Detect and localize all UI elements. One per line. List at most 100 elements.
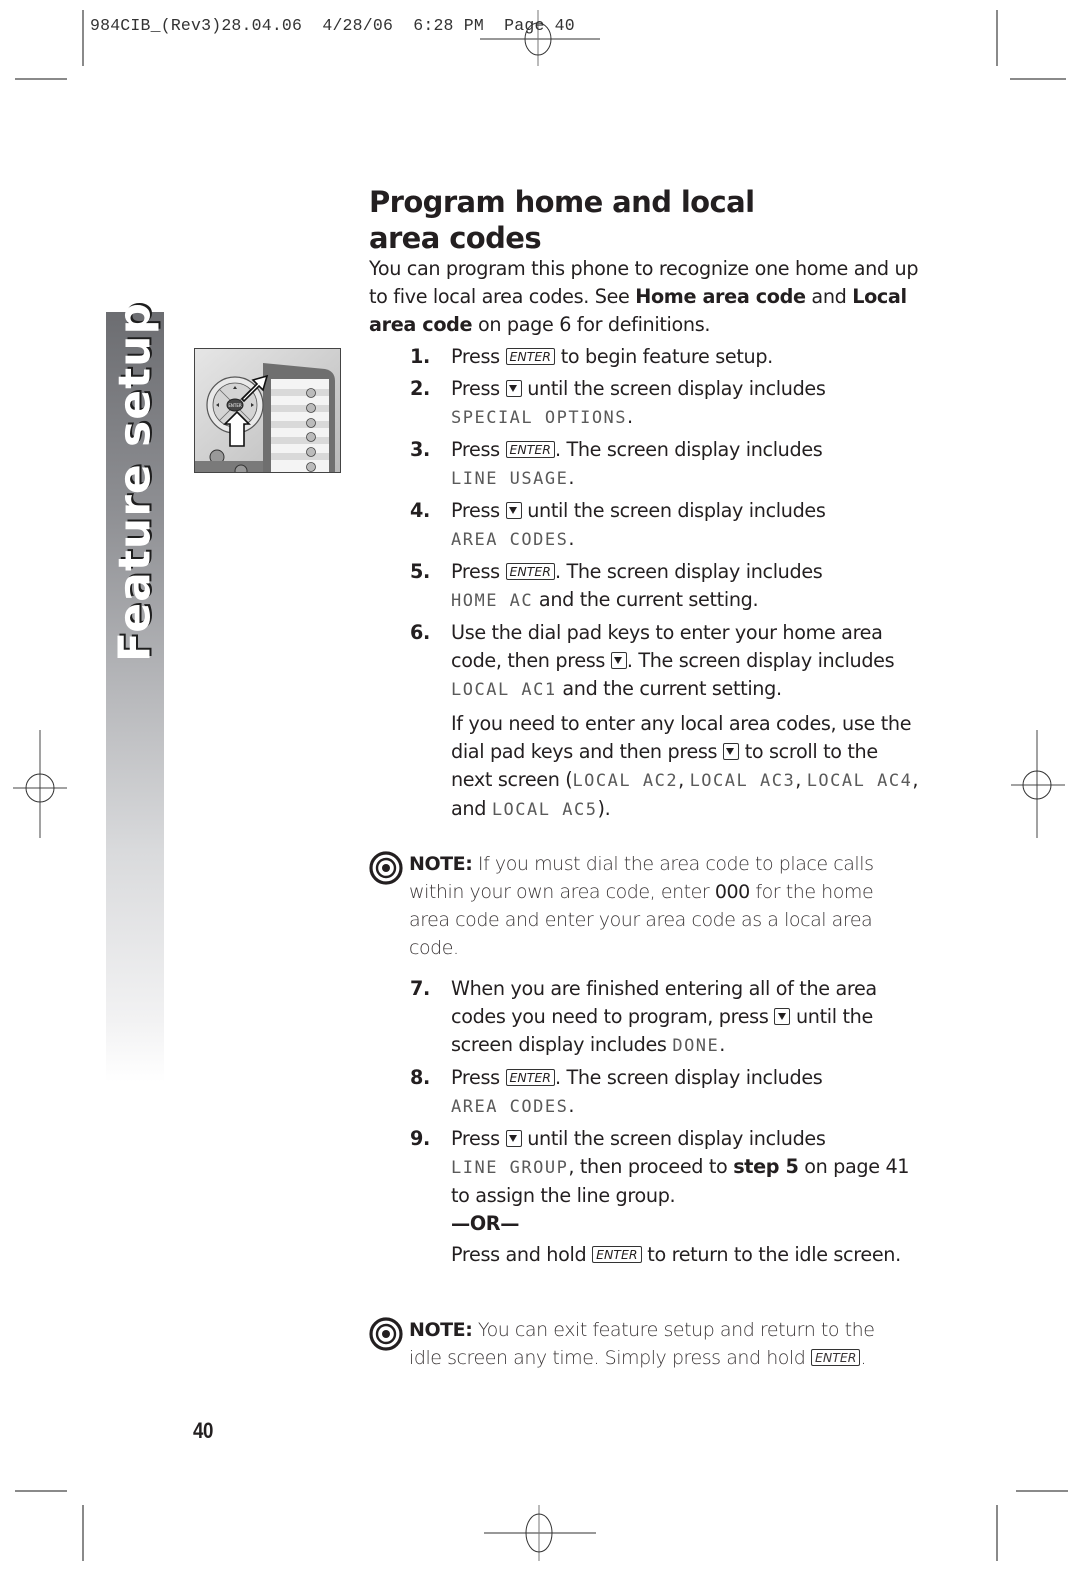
lcd-display-text: LOCAL AC3: [689, 771, 796, 791]
crop-mark: [82, 10, 84, 66]
step-text: and the current setting.: [556, 677, 782, 700]
step-text: .: [568, 1094, 575, 1117]
steps-list-part-1: 1. Press ENTER to begin feature setup. 2…: [410, 343, 920, 828]
step-text: .: [627, 405, 633, 428]
lcd-display-text: LINE USAGE: [451, 469, 569, 489]
note-area-code-dialing: NOTE: If you must dial the area code to …: [369, 850, 909, 962]
step-text: ,: [795, 768, 807, 791]
step-number: 5.: [410, 560, 430, 583]
svg-text:ENTER: ENTER: [228, 403, 241, 408]
step-1: 1. Press ENTER to begin feature setup.: [410, 343, 920, 371]
step-text: .: [568, 466, 575, 489]
step-number: 9.: [410, 1127, 430, 1150]
lcd-display-text: AREA CODES: [451, 530, 569, 550]
step-text: Press: [451, 1127, 506, 1150]
heading-line-1: Program home and local: [369, 185, 755, 219]
handset-illustration: ENTER: [194, 348, 341, 473]
down-arrow-key-icon: [774, 1008, 791, 1025]
enter-key-icon: ENTER: [505, 441, 555, 458]
down-arrow-key-icon: [610, 652, 627, 669]
step-9-alternative: Press and hold ENTER to return to the id…: [451, 1241, 920, 1269]
step-8: 8. Press ENTER. The screen display inclu…: [410, 1064, 920, 1121]
step-text: until the screen display includes: [521, 1127, 826, 1150]
step-text: and the current setting.: [533, 588, 759, 611]
note-target-icon: [369, 1317, 403, 1351]
step-7: 7. When you are finished entering all of…: [410, 975, 920, 1060]
step-number: 6.: [410, 621, 430, 644]
step-4: 4. Press until the screen display includ…: [410, 497, 920, 554]
crop-mark: [1010, 78, 1066, 80]
down-arrow-key-icon: [505, 1130, 522, 1147]
step-6-continuation: If you need to enter any local area code…: [451, 710, 920, 824]
lcd-display-text: LOCAL AC5: [491, 800, 598, 820]
heading-line-2: area codes: [369, 221, 542, 255]
down-arrow-key-icon: [505, 380, 522, 397]
section-title: Feature setup: [109, 302, 161, 662]
note-exit-feature-setup: NOTE: You can exit feature setup and ret…: [369, 1316, 909, 1372]
step-number: 3.: [410, 438, 430, 461]
crop-mark: [1016, 1490, 1068, 1492]
crop-mark: [82, 1505, 84, 1561]
note-text: .: [860, 1347, 867, 1369]
navigation-key-diagram: ENTER: [195, 349, 340, 472]
home-area-code-term: Home area code: [635, 285, 806, 308]
down-arrow-key-icon: [505, 502, 522, 519]
lcd-display-text: DONE: [672, 1036, 720, 1056]
step-text: . The screen display includes: [554, 560, 823, 583]
enter-key-icon: ENTER: [505, 563, 555, 580]
note-target-icon: [369, 851, 403, 885]
enter-key-icon: ENTER: [505, 1069, 555, 1086]
registration-mark-bottom: [484, 1505, 596, 1561]
enter-key-icon: ENTER: [505, 348, 555, 365]
or-separator: —OR—: [451, 1212, 520, 1235]
step-text: to return to the idle screen.: [641, 1243, 901, 1266]
lcd-display-text: LOCAL AC2: [572, 771, 679, 791]
step-number: 2.: [410, 377, 430, 400]
registration-mark-right: [1011, 730, 1065, 838]
page-heading: Program home and local area codes: [369, 184, 929, 256]
step-text: Press: [451, 345, 506, 368]
steps-list-part-2: 7. When you are finished entering all of…: [410, 975, 920, 1273]
lcd-display-text: SPECIAL OPTIONS: [451, 408, 628, 428]
enter-key-icon: ENTER: [592, 1246, 642, 1263]
registration-mark-left: [13, 730, 67, 838]
step-text: to begin feature setup.: [554, 345, 774, 368]
lcd-display-text: LINE GROUP: [451, 1158, 569, 1178]
lcd-display-text: LOCAL AC1: [451, 680, 557, 700]
step-text: Press: [451, 560, 506, 583]
intro-paragraph: You can program this phone to recognize …: [369, 255, 929, 339]
step-3: 3. Press ENTER. The screen display inclu…: [410, 436, 920, 493]
lcd-display-text: HOME AC: [451, 591, 534, 611]
step-text: . The screen display includes: [626, 649, 895, 672]
step-text: Press: [451, 377, 506, 400]
step-text: until the screen display includes: [521, 377, 826, 400]
step-text: ).: [597, 797, 611, 820]
note-label: NOTE:: [409, 853, 473, 875]
step-text: .: [719, 1033, 726, 1056]
step-number: 8.: [410, 1066, 430, 1089]
note-text: You can exit feature setup and return to…: [409, 1319, 875, 1369]
intro-text: and: [805, 285, 853, 308]
crop-mark: [15, 78, 67, 80]
step-text: Press and hold: [451, 1243, 593, 1266]
crop-mark: [996, 10, 998, 66]
step-number: 1.: [410, 345, 430, 368]
step-text: Press: [451, 499, 506, 522]
crop-mark: [15, 1490, 67, 1492]
step-text: .: [568, 527, 575, 550]
step-5: 5. Press ENTER. The screen display inclu…: [410, 558, 920, 615]
step-reference: step 5: [733, 1155, 799, 1178]
step-text: ,: [678, 768, 690, 791]
step-text: , then proceed to: [568, 1155, 734, 1178]
intro-text: on page 6 for definitions.: [472, 313, 711, 336]
lcd-display-text: AREA CODES: [451, 1097, 569, 1117]
section-sidebar-title: Feature setup: [106, 302, 164, 662]
step-text: . The screen display includes: [554, 1066, 823, 1089]
crop-mark: [996, 1505, 998, 1561]
note-label: NOTE:: [409, 1319, 473, 1341]
step-number: 7.: [410, 977, 430, 1000]
note-code: 000: [714, 881, 750, 903]
step-text: . The screen display includes: [554, 438, 823, 461]
step-9: 9. Press until the screen display includ…: [410, 1125, 920, 1269]
lcd-display-text: LOCAL AC4: [806, 771, 913, 791]
